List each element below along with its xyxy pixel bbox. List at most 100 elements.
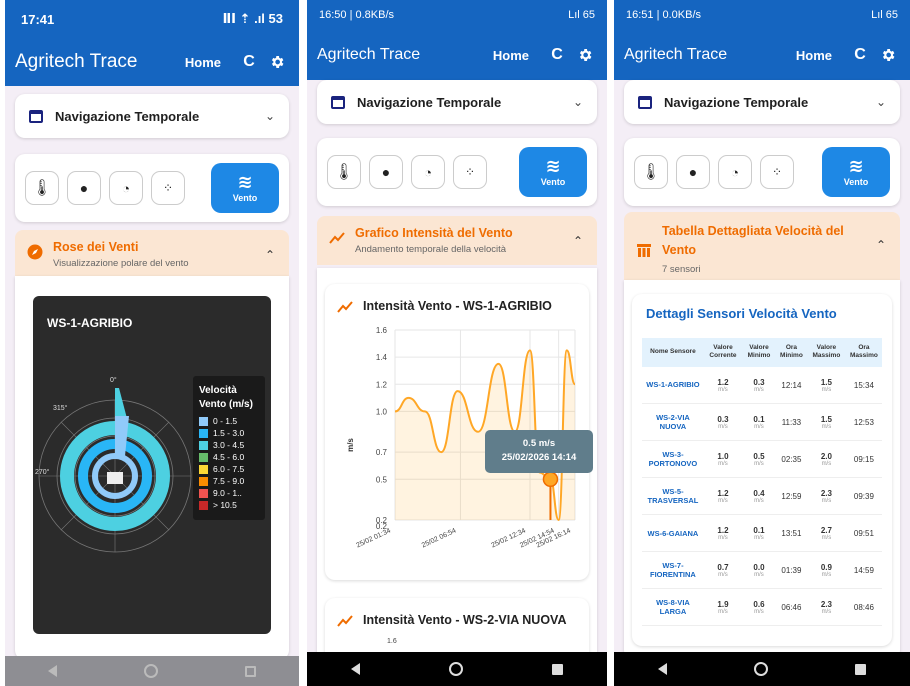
humidity-button[interactable]: ●	[369, 155, 403, 189]
table-row[interactable]: WS-5-TRASVERSAL 1.2 m/s 0.4 m/s 12:59 2.3 m/s 09…	[642, 477, 882, 516]
wind-button-label: Vento	[843, 177, 869, 187]
table-row[interactable]: WS-7-FIORENTINA 0.7 m/s 0.0 m/s 01:39 0.9 m/s 14…	[642, 551, 882, 590]
refresh-icon[interactable]: C	[545, 43, 569, 67]
wind-table-section-header[interactable]: Tabella Dettagliata Velocità del Vento 7…	[624, 212, 900, 285]
time-navigation-dropdown[interactable]: Navigazione Temporale ⌄	[624, 80, 900, 124]
table-header-cell: Ora Massimo	[845, 338, 882, 367]
legend-swatch	[199, 416, 208, 426]
legend-item: 0 - 1.5	[199, 416, 259, 426]
home-link[interactable]: Home	[796, 48, 832, 63]
temperature-button[interactable]: 🌡	[634, 155, 668, 189]
app-title: Agritech Trace	[317, 46, 421, 63]
pressure-button[interactable]: ◔	[718, 155, 752, 189]
table-cell-cur: 0.7 m/s	[703, 551, 743, 590]
wind-button[interactable]: ≋ Vento	[822, 147, 890, 197]
table-cell-min: 0.0 m/s	[742, 551, 776, 590]
refresh-icon[interactable]: C	[848, 43, 872, 67]
table-cell-cur: 1.0 m/s	[703, 440, 743, 479]
time-navigation-dropdown[interactable]: Navigazione Temporale ⌄	[317, 80, 597, 124]
table-cell-name: WS-1-AGRIBIO	[642, 366, 704, 405]
cell-unit: m/s	[718, 571, 728, 578]
home-circle-icon[interactable]	[448, 662, 463, 676]
cell-value: 0.3	[753, 377, 765, 387]
pressure-button[interactable]: ◔	[411, 155, 445, 189]
cell-value: 01:39	[781, 565, 802, 575]
section-subtitle: 7 sensori	[662, 263, 701, 275]
home-circle-icon[interactable]	[753, 662, 768, 676]
table-cell-cur: 1.9 m/s	[703, 588, 743, 627]
status-time: 16:51 | 0.0KB/s	[626, 9, 702, 21]
humidity-button[interactable]: ●	[676, 155, 710, 189]
app-title: Agritech Trace	[624, 46, 728, 63]
cell-unit: m/s	[821, 460, 832, 467]
table-row[interactable]: WS-2-VIA NUOVA 0.3 m/s 0.1 m/s 11:33 1.5 m/s 12:…	[642, 403, 882, 442]
refresh-icon[interactable]: C	[237, 50, 261, 74]
cell-value: 11:33	[781, 417, 802, 427]
table-cell-name: WS-3-PORTONOVO	[642, 440, 704, 479]
legend-item: 6.0 - 7.5	[199, 464, 259, 474]
calendar-icon	[638, 95, 652, 109]
table-cell-tmax: 12:53	[845, 403, 882, 442]
table-row[interactable]: WS-6-GAIANA 1.2 m/s 0.1 m/s 13:51 2.7 m/s 09:51	[642, 514, 882, 553]
recents-icon[interactable]	[551, 663, 563, 675]
table-cell-tmin: 13:51	[775, 514, 807, 553]
legend-swatch	[199, 476, 208, 486]
table-cell-min: 0.1 m/s	[742, 514, 776, 553]
temperature-button[interactable]: 🌡	[25, 171, 59, 205]
temperature-button[interactable]: 🌡	[327, 155, 361, 189]
cell-unit: m/s	[718, 534, 728, 541]
particles-button[interactable]: ⁘	[453, 155, 487, 189]
pressure-button[interactable]: ◔	[109, 171, 143, 205]
gauge-icon: ◔	[424, 164, 432, 180]
table-header-cell: Valore Massimo	[806, 338, 846, 367]
cell-value: WS-1-AGRIBIO	[646, 380, 700, 390]
gauge-icon: ◔	[122, 180, 130, 196]
wind-button[interactable]: ≋ Vento	[519, 147, 587, 197]
table-row[interactable]: WS-8-VIA LARGA 1.9 m/s 0.6 m/s 06:46 2.3 m/s 08:…	[642, 588, 882, 627]
home-link[interactable]: Home	[493, 48, 529, 63]
back-icon[interactable]	[351, 663, 361, 675]
gear-icon[interactable]	[573, 43, 597, 67]
section-title: Grafico Intensità del Vento	[355, 226, 513, 240]
back-icon[interactable]	[657, 663, 667, 675]
particles-button[interactable]: ⁘	[760, 155, 794, 189]
recents-icon[interactable]	[244, 665, 256, 677]
calendar-icon	[331, 95, 345, 109]
cell-value: 1.5	[820, 377, 832, 387]
table-cell-cur: 1.2 m/s	[703, 366, 743, 405]
table-cell-cur: 1.2 m/s	[703, 514, 743, 553]
angle-label-270: 270°	[35, 468, 50, 476]
gear-icon[interactable]	[876, 43, 900, 67]
gear-icon[interactable]	[265, 50, 289, 74]
wind-icon: ≋	[545, 156, 561, 176]
home-circle-icon[interactable]	[143, 664, 158, 678]
legend-item: 3.0 - 4.5	[199, 440, 259, 450]
home-link[interactable]: Home	[185, 55, 221, 70]
recents-icon[interactable]	[855, 663, 867, 675]
legend-swatch	[199, 452, 208, 462]
cell-value: 0.7	[717, 562, 729, 572]
wind-button[interactable]: ≋ Vento	[211, 163, 279, 213]
table-cell-max: 2.3 m/s	[806, 477, 846, 516]
angle-label-0: 0°	[110, 376, 117, 384]
back-icon[interactable]	[48, 665, 58, 677]
particles-button[interactable]: ⁘	[151, 171, 185, 205]
table-cell-tmin: 02:35	[775, 440, 807, 479]
legend-label: 7.5 - 9.0	[213, 476, 245, 486]
cell-value: 0.6	[753, 599, 765, 609]
cell-value: 1.2	[717, 377, 729, 387]
time-navigation-dropdown[interactable]: Navigazione Temporale ⌄	[15, 94, 289, 138]
table-row[interactable]: WS-3-PORTONOVO 1.0 m/s 0.5 m/s 02:35 2.0 m/s 09:…	[642, 440, 882, 479]
table-header-row: Nome Sensore Valore Corrente Valore Minimo…	[642, 338, 882, 367]
screen-wind-rose: 17:41 ⅡⅠ ⇡ .ıl 53 Agritech Trace Home C …	[5, 0, 299, 686]
table-cell-tmin: 11:33	[775, 403, 807, 442]
wind-rose-section-header[interactable]: Rose dei Venti Visualizzazione polare de…	[15, 230, 289, 279]
humidity-button[interactable]: ●	[67, 171, 101, 205]
calendar-icon	[29, 109, 43, 123]
chevron-up-icon: ⌃	[875, 238, 886, 252]
chevron-up-icon: ⌃	[264, 248, 275, 262]
status-icons: ⅡⅠ ⇡ .ıl 53	[222, 11, 283, 26]
table-row[interactable]: WS-1-AGRIBIO 1.2 m/s 0.3 m/s 12:14 1.5 m/s 15:34	[642, 366, 882, 405]
wind-chart-section-header[interactable]: Grafico Intensità del Vento Andamento te…	[317, 216, 597, 265]
cell-unit: m/s	[754, 423, 764, 430]
